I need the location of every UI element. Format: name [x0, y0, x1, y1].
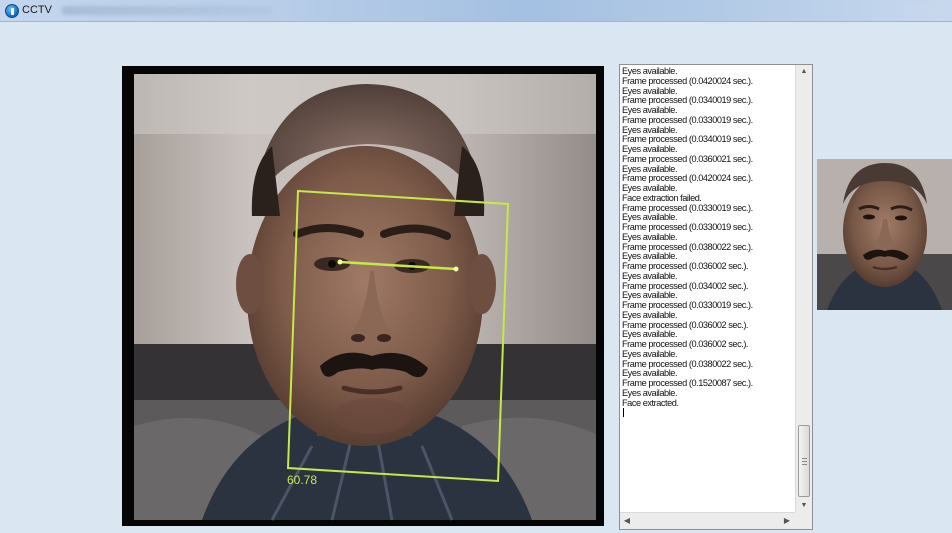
camera-scene: 60.78 [134, 74, 596, 521]
log-line: Face extracted. [622, 397, 679, 408]
text-caret [623, 408, 624, 418]
title-bar[interactable]: CCTV [0, 0, 952, 22]
scroll-up-arrow-icon[interactable]: ▲ [796, 65, 812, 79]
scrollbar-corner [795, 512, 812, 529]
app-icon [5, 4, 19, 18]
camera-feed: 60.78 [122, 66, 604, 526]
extracted-face-thumbnail [817, 159, 952, 310]
scroll-right-arrow-icon[interactable]: ▶ [780, 513, 794, 529]
log-text-area[interactable]: Eyes available. Frame processed (0.042002… [622, 67, 796, 509]
title-extra-blurred [62, 6, 272, 15]
grip-icon [802, 458, 807, 465]
scroll-left-arrow-icon[interactable]: ◀ [620, 513, 634, 529]
log-panel[interactable]: Eyes available. Frame processed (0.042002… [619, 64, 813, 530]
scroll-down-arrow-icon[interactable]: ▼ [796, 499, 812, 513]
face-score-label: 60.78 [287, 473, 317, 487]
window-controls[interactable] [904, 4, 944, 16]
scrollbar-thumb[interactable] [798, 425, 810, 497]
window-title: CCTV [22, 4, 52, 16]
horizontal-scrollbar[interactable]: ◀ ▶ [620, 512, 796, 529]
thumbnail-image [817, 159, 952, 310]
vertical-scrollbar[interactable]: ▲ ▼ [795, 65, 812, 513]
